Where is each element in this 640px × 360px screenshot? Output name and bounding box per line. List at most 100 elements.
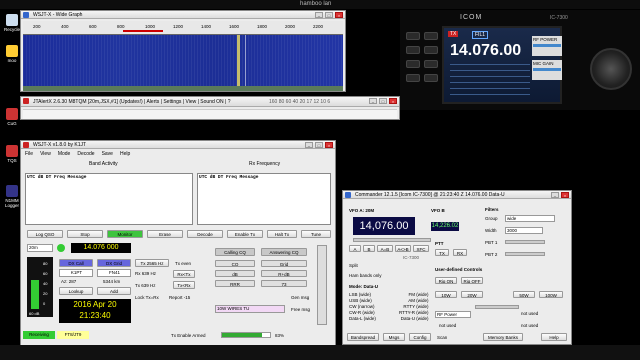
add-button[interactable]: Add: [97, 287, 131, 295]
erase-button[interactable]: Erase: [147, 230, 183, 238]
rf-power-select[interactable]: RF Power: [435, 311, 471, 318]
memory-banks-button[interactable]: Memory Banks: [483, 333, 523, 341]
minimize-button[interactable]: –: [315, 12, 323, 18]
menu-mode[interactable]: Mode: [58, 151, 71, 157]
a-equals-b-button[interactable]: A=B: [377, 245, 393, 252]
app-icon[interactable]: CuG: [2, 108, 22, 126]
vfo-b-button[interactable]: B: [363, 245, 375, 252]
config-button[interactable]: Config: [409, 333, 431, 341]
xfc-button[interactable]: XFC: [413, 245, 429, 252]
wide-graph-window[interactable]: WSJT-X - Wide Graph – □ × 200 400 600 800 1000…: [20, 10, 346, 92]
tx-freq-button[interactable]: Tx 2565 Hz: [135, 259, 169, 267]
gen-msg-radio[interactable]: Gen msg: [291, 295, 309, 300]
rig-on-button[interactable]: Rig ON: [435, 277, 457, 284]
lookup-button[interactable]: Lookup: [59, 287, 93, 295]
menu-file[interactable]: File: [25, 151, 33, 157]
rig-off-button[interactable]: Rig OFF: [461, 277, 483, 284]
monitor-button[interactable]: Monitor: [107, 230, 143, 238]
jtalert-window[interactable]: JTAlertX 2.6.30 M8TQM [20m,JSX,#1] (Upda…: [20, 96, 400, 120]
tune-button[interactable]: Tune: [301, 230, 331, 238]
halt-tx-button[interactable]: Halt Tx: [267, 230, 297, 238]
cq-button[interactable]: CQ: [215, 260, 255, 267]
help-button[interactable]: Help: [541, 333, 567, 341]
dx-call-input[interactable]: K1PT: [59, 269, 93, 277]
decode-button[interactable]: Decode: [187, 230, 223, 238]
title-bar[interactable]: WSJT-X v1.8.0 by K1JT – □ ×: [21, 141, 335, 149]
msgs-button[interactable]: Msgs: [383, 333, 405, 341]
close-button[interactable]: ×: [389, 98, 397, 104]
wsjtx-main-window[interactable]: WSJT-X v1.8.0 by K1JT – □ × File View Mode…: [20, 140, 336, 355]
stop-button[interactable]: Stop: [67, 230, 103, 238]
waterfall-plot[interactable]: [23, 35, 343, 87]
close-button[interactable]: ×: [335, 12, 343, 18]
tx-button[interactable]: TX: [435, 249, 449, 256]
band-select[interactable]: 20m: [27, 244, 53, 252]
db-button[interactable]: dB: [215, 270, 255, 277]
tx-even-checkbox[interactable]: Tx even: [175, 261, 191, 266]
power-100w-button[interactable]: 100W: [539, 291, 563, 298]
title-bar[interactable]: WSJT-X - Wide Graph – □ ×: [21, 11, 345, 19]
rx-tx-button[interactable]: Rx<Tx: [173, 270, 195, 278]
ham-bands-checkbox[interactable]: Ham bands only: [349, 273, 382, 278]
menu-view[interactable]: View: [40, 151, 51, 157]
pbt2-slider[interactable]: [505, 252, 545, 256]
vfo-b-frequency[interactable]: 14,226.02: [431, 222, 459, 231]
logger-icon[interactable]: N1MM Logger: [2, 185, 22, 208]
maximize-button[interactable]: □: [325, 12, 333, 18]
maximize-button[interactable]: □: [315, 142, 323, 148]
menu-help[interactable]: Help: [120, 151, 130, 157]
free-msg-radio[interactable]: Free msg: [291, 307, 310, 312]
recycle-bin-icon[interactable]: Recycle: [2, 14, 22, 32]
power-50w-button[interactable]: 50W: [513, 291, 535, 298]
report-spinner[interactable]: Report -15: [169, 295, 190, 300]
mode-radio[interactable]: Data-L (wide): [349, 316, 376, 322]
split-checkbox[interactable]: Split: [349, 263, 358, 268]
minimize-button[interactable]: –: [551, 192, 559, 198]
app-icon[interactable]: TQS: [2, 145, 22, 163]
pbt1-slider[interactable]: [505, 240, 545, 244]
jtalert-menu[interactable]: | Alerts | Settings | View | Sound ON | …: [144, 99, 230, 105]
group-select[interactable]: wide: [505, 215, 555, 222]
mode-radio[interactable]: Data-U (wide): [399, 316, 429, 322]
answering-cq-tab[interactable]: Answering CQ: [261, 248, 307, 256]
folder-icon[interactable]: moo: [2, 45, 22, 63]
log-qso-button[interactable]: Log QSO: [27, 230, 63, 238]
vertical-slider[interactable]: [317, 245, 327, 325]
vfo-a-frequency[interactable]: 14,076.00: [353, 217, 415, 235]
title-bar[interactable]: Commander 12.1.5 [Icom IC-7300] @ 21:23:…: [343, 191, 571, 199]
minimize-button[interactable]: –: [305, 142, 313, 148]
close-button[interactable]: ×: [325, 142, 333, 148]
rx-frequency-list[interactable]: UTC dB DT Freq Message: [197, 173, 331, 225]
bandspread-button[interactable]: Bandspread: [347, 333, 379, 341]
rx-button[interactable]: RX: [453, 249, 467, 256]
menu-decode[interactable]: Decode: [77, 151, 94, 157]
rf-power-slider[interactable]: [475, 305, 519, 309]
power-20w-button[interactable]: 20W: [461, 291, 483, 298]
vfo-a-button[interactable]: A: [349, 245, 361, 252]
enable-tx-button[interactable]: Enable Tx: [227, 230, 263, 238]
tuning-slider[interactable]: [353, 238, 431, 242]
tx-rx-button[interactable]: Tx<Rx: [173, 281, 195, 289]
waterfall-display[interactable]: 200 400 600 800 1000 1200 1400 1600 1800 2000 2200: [23, 21, 343, 91]
a-swap-b-button[interactable]: A<>B: [395, 245, 411, 252]
width-select[interactable]: 3000: [505, 227, 543, 234]
menu-save[interactable]: Save: [102, 151, 113, 157]
power-10w-button[interactable]: 10W: [435, 291, 457, 298]
free-msg-input[interactable]: 10W WIRES TU: [215, 305, 285, 313]
rrr-button[interactable]: RRR: [215, 280, 255, 287]
close-button[interactable]: ×: [561, 192, 569, 198]
r-db-button[interactable]: R+dB: [261, 270, 307, 277]
scan-checkbox[interactable]: Scan: [437, 335, 447, 340]
minimize-button[interactable]: –: [369, 98, 377, 104]
grid-button[interactable]: Grid: [261, 260, 307, 267]
maximize-button[interactable]: □: [379, 98, 387, 104]
band-activity-list[interactable]: UTC dB DT Freq Message: [25, 173, 193, 225]
73-button[interactable]: 73: [261, 280, 307, 287]
commander-window[interactable]: Commander 12.1.5 [Icom IC-7300] @ 21:23:…: [342, 190, 572, 345]
callsign-area[interactable]: [23, 109, 397, 119]
dx-grid-input[interactable]: FN41: [97, 269, 131, 277]
lock-tx-rx-checkbox[interactable]: Lock Tx=Rx: [135, 295, 159, 300]
title-bar[interactable]: JTAlertX 2.6.30 M8TQM [20m,JSX,#1] (Upda…: [21, 97, 399, 107]
calling-cq-tab[interactable]: Calling CQ: [215, 248, 255, 256]
band-buttons[interactable]: 160 80 60 40 20 17 12 10 6: [269, 97, 330, 107]
